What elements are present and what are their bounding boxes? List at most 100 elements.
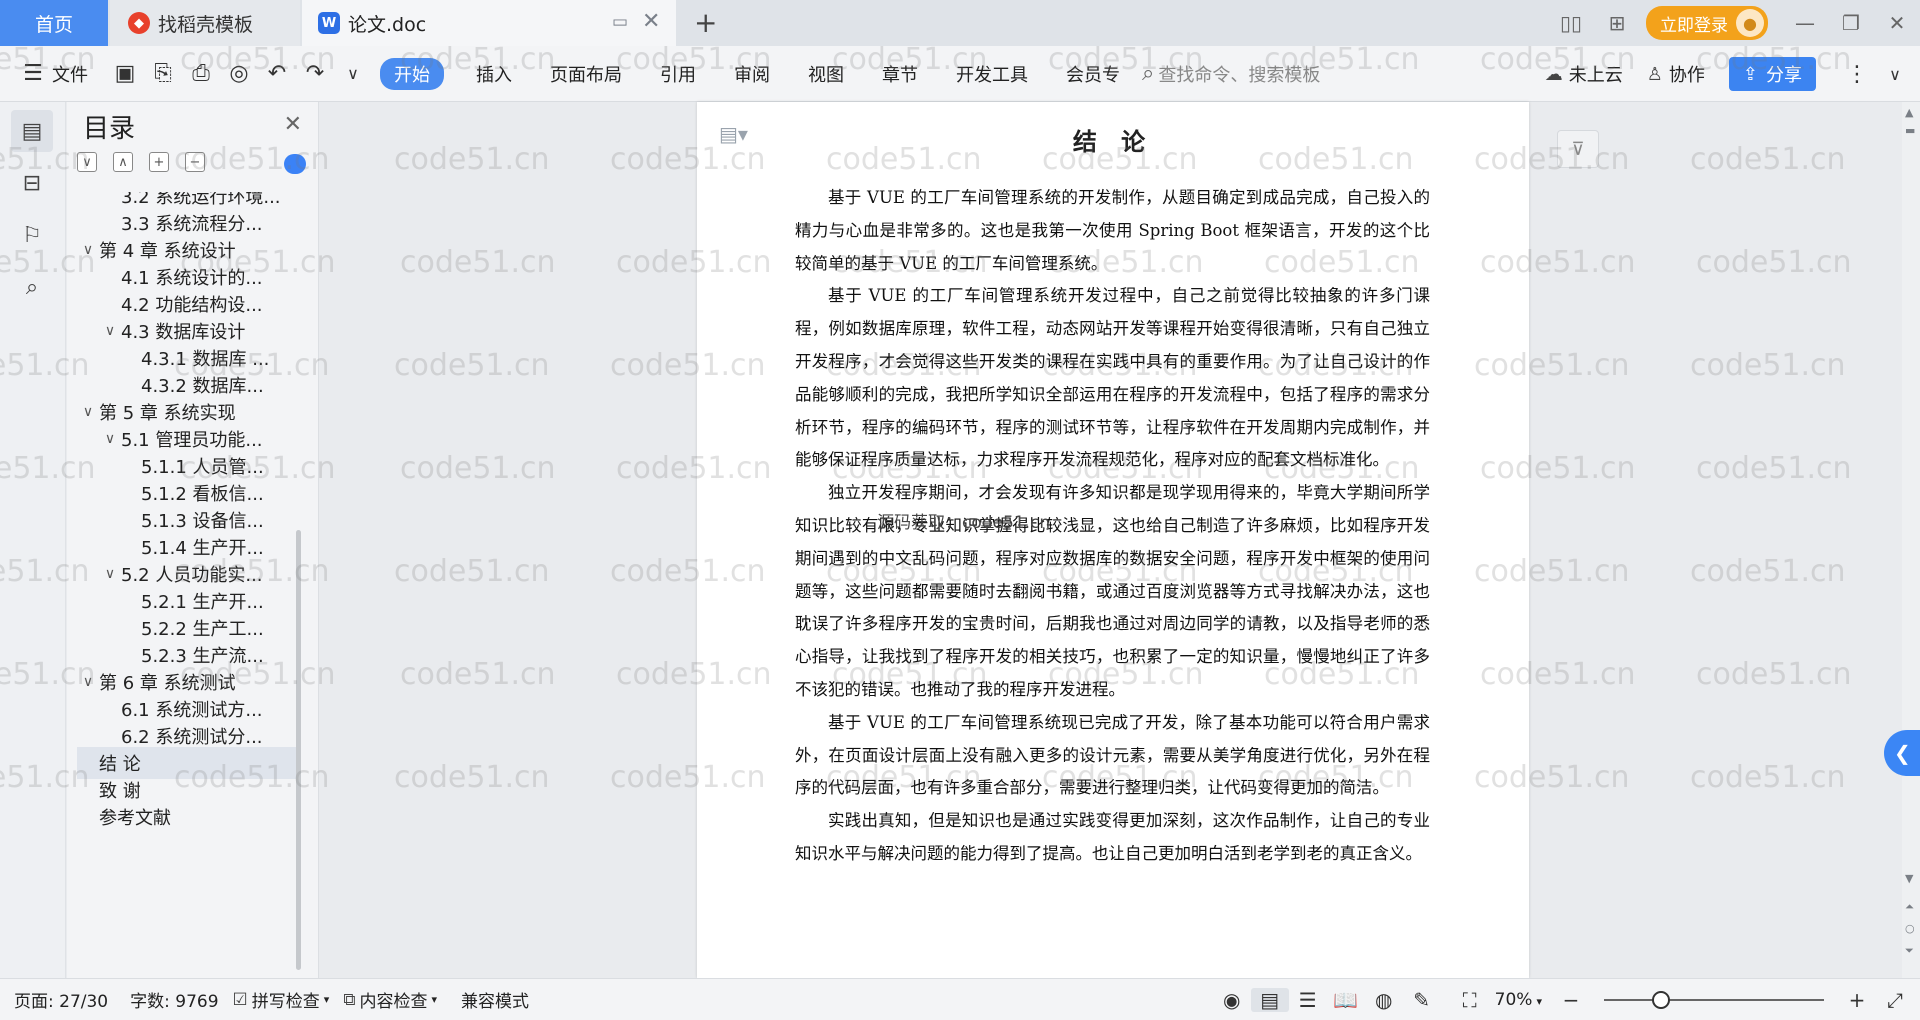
zoom-slider-knob[interactable] bbox=[1652, 991, 1671, 1009]
tab-document[interactable]: W 论文.doc ▭ ✕ bbox=[302, 0, 676, 46]
collapse-ribbon-icon[interactable]: ∨ bbox=[1876, 65, 1914, 84]
menu-start[interactable]: 开始 bbox=[380, 57, 444, 90]
toc-item-label: 5.1.2 看板信... bbox=[141, 484, 264, 505]
word-count[interactable]: 字数: 9769 bbox=[130, 987, 218, 1012]
expand-all-icon[interactable]: ∨ bbox=[77, 152, 97, 172]
status-bar: 页面: 27/30 字数: 9769 ☑ 拼写检查 ▾ ⧉ 内容检查 ▾ 兼容模式 ◉ … bbox=[0, 978, 1920, 1020]
new-tab-button[interactable]: + bbox=[694, 6, 717, 39]
menu-chapter[interactable]: 章节 bbox=[882, 61, 918, 87]
toc-panel-icon[interactable]: ▤ bbox=[11, 110, 53, 152]
watermark-text: code51.cn bbox=[400, 451, 556, 486]
collaborate-button[interactable]: ♙ 协作 bbox=[1647, 61, 1705, 87]
tab-home[interactable]: 首页 bbox=[0, 0, 108, 46]
minimize-icon[interactable]: — bbox=[1782, 11, 1828, 35]
chevron-down-icon[interactable]: ∨ bbox=[77, 404, 99, 420]
menu-page-layout[interactable]: 页面布局 bbox=[550, 61, 622, 87]
collapse-all-icon[interactable]: ∧ bbox=[113, 152, 133, 172]
more-icon[interactable]: ⋮ bbox=[1838, 62, 1876, 87]
chevron-down-icon[interactable]: ∨ bbox=[77, 674, 99, 690]
chevron-down-icon[interactable]: ∨ bbox=[334, 64, 372, 83]
spell-check-button[interactable]: ☑ 拼写检查 ▾ bbox=[233, 987, 330, 1013]
zoom-level[interactable]: 70% ▾ bbox=[1495, 990, 1542, 1010]
docer-logo-icon: ◆ bbox=[128, 12, 150, 34]
watermark-text: code51.cn bbox=[394, 554, 550, 589]
eye-protection-icon[interactable]: ◉ bbox=[1213, 988, 1251, 1012]
search-icon[interactable]: ⌕ bbox=[11, 266, 53, 308]
redo-icon[interactable]: ↷ bbox=[296, 61, 334, 86]
cloud-status-button[interactable]: ☁ 未上云 bbox=[1545, 61, 1623, 87]
scroll-down-icon[interactable]: ▼ bbox=[1905, 872, 1913, 885]
chevron-down-icon[interactable]: ∨ bbox=[77, 242, 99, 258]
bookmark-icon[interactable]: ⚐ bbox=[11, 214, 53, 256]
document-page[interactable]: ▤▾ 结 论 基于 VUE 的工厂车间管理系统的开发制作，从题目确定到成品完成，… bbox=[697, 102, 1529, 978]
watermark-text: code51.cn bbox=[1696, 657, 1852, 692]
undo-icon[interactable]: ↶ bbox=[258, 61, 296, 86]
watermark-text: code51.cn bbox=[1696, 245, 1852, 280]
reading-mode-icon[interactable]: 📖 bbox=[1327, 988, 1365, 1012]
zoom-slider[interactable] bbox=[1604, 991, 1824, 1009]
remove-heading-icon[interactable]: − bbox=[185, 152, 205, 172]
compat-mode-label: 兼容模式 bbox=[460, 992, 529, 1012]
ai-assistant-icon[interactable] bbox=[284, 154, 306, 174]
toc-item-label: 结 论 bbox=[99, 754, 141, 775]
watermark-text: code51.cn bbox=[1690, 554, 1846, 589]
print-icon[interactable]: ⎙ bbox=[182, 61, 220, 86]
web-view-icon[interactable]: ◍ bbox=[1365, 988, 1403, 1012]
vertical-scrollbar[interactable]: ▲ ▬ ▼ ⏶ ○ ⏷ bbox=[1902, 102, 1920, 978]
chevron-down-icon[interactable]: ∨ bbox=[99, 566, 121, 582]
fullscreen-icon[interactable]: ⤢ bbox=[1876, 988, 1914, 1012]
menu-references[interactable]: 引用 bbox=[660, 61, 696, 87]
paragraph: 实践出真知，但是知识也是通过实践变得更加深刻，这次作品制作，让自己的专业知识水平… bbox=[795, 811, 1430, 863]
fit-page-icon[interactable]: ⛶ bbox=[1451, 988, 1489, 1012]
share-button[interactable]: ⇪ 分享 bbox=[1728, 57, 1816, 91]
toc-title: 目录 bbox=[83, 114, 136, 144]
watermark-text: code51.cn bbox=[394, 348, 550, 383]
hamburger-icon[interactable]: ☰ bbox=[14, 61, 52, 86]
export-pdf-icon[interactable]: ⎘ bbox=[144, 61, 182, 86]
chevron-down-icon[interactable]: ∨ bbox=[99, 431, 121, 447]
toc-item-label: 4.3.2 数据库... bbox=[141, 376, 264, 397]
tab-docer-templates[interactable]: ◆ 找稻壳模板 bbox=[110, 0, 300, 46]
toc-item[interactable]: 参考文献 bbox=[77, 801, 299, 833]
print-preview-icon[interactable]: ◎ bbox=[220, 61, 258, 86]
scroll-thumb-icon[interactable]: ▬ bbox=[1905, 124, 1915, 137]
collaborate-label: 协作 bbox=[1668, 65, 1705, 86]
select-browse-icon[interactable]: ○ bbox=[1905, 922, 1915, 935]
menu-file[interactable]: 文件 bbox=[52, 61, 88, 87]
content-check-button[interactable]: ⧉ 内容检查 ▾ bbox=[343, 987, 437, 1013]
outline-view-icon[interactable]: ☰ bbox=[1289, 988, 1327, 1012]
toc-item-label: 4.1 系统设计的... bbox=[121, 268, 263, 289]
menu-view[interactable]: 视图 bbox=[808, 61, 844, 87]
restore-icon[interactable]: ❐ bbox=[1828, 11, 1874, 35]
close-tab-icon[interactable]: ✕ bbox=[642, 9, 660, 34]
toc-item-label: 5.1.1 人员管... bbox=[141, 457, 264, 478]
chevron-left-icon[interactable]: ❮ bbox=[1884, 730, 1920, 776]
close-icon[interactable]: ✕ bbox=[284, 112, 302, 137]
toc-scrollbar[interactable] bbox=[296, 530, 301, 970]
add-heading-icon[interactable]: + bbox=[149, 152, 169, 172]
zoom-in-icon[interactable]: + bbox=[1838, 988, 1876, 1012]
layout-icon[interactable]: ▯▯ bbox=[1548, 11, 1594, 35]
scroll-up-icon[interactable]: ▲ bbox=[1905, 106, 1913, 119]
menu-insert[interactable]: 插入 bbox=[476, 61, 512, 87]
zoom-value: 70% bbox=[1494, 990, 1533, 1010]
page-view-icon[interactable]: ▤ bbox=[1250, 988, 1289, 1012]
command-search[interactable]: ⌕ 查找命令、搜索模板 bbox=[1142, 61, 1320, 87]
login-label: 立即登录 bbox=[1660, 15, 1728, 36]
prev-page-icon[interactable]: ⏶ bbox=[1905, 900, 1914, 914]
chevron-down-icon[interactable]: ∨ bbox=[99, 323, 121, 339]
zoom-out-icon[interactable]: − bbox=[1552, 988, 1590, 1012]
next-page-icon[interactable]: ⏷ bbox=[1905, 944, 1914, 958]
window-mode-icon[interactable]: ▭ bbox=[612, 12, 628, 32]
menu-developer[interactable]: 开发工具 bbox=[956, 61, 1028, 87]
navigation-icon[interactable]: ⊟ bbox=[11, 162, 53, 204]
close-window-icon[interactable]: ✕ bbox=[1874, 11, 1920, 35]
write-mode-icon[interactable]: ✎ bbox=[1403, 988, 1441, 1012]
menu-review[interactable]: 审阅 bbox=[734, 61, 770, 87]
save-icon[interactable]: ▣ bbox=[106, 61, 144, 86]
apps-grid-icon[interactable]: ⊞ bbox=[1594, 11, 1640, 35]
sidebar-toggle-icon[interactable]: ⊽ bbox=[1557, 130, 1599, 168]
page-count[interactable]: 页面: 27/30 bbox=[14, 987, 108, 1012]
login-button[interactable]: 立即登录 ● bbox=[1646, 6, 1768, 40]
menu-member[interactable]: 会员专 bbox=[1066, 61, 1120, 87]
